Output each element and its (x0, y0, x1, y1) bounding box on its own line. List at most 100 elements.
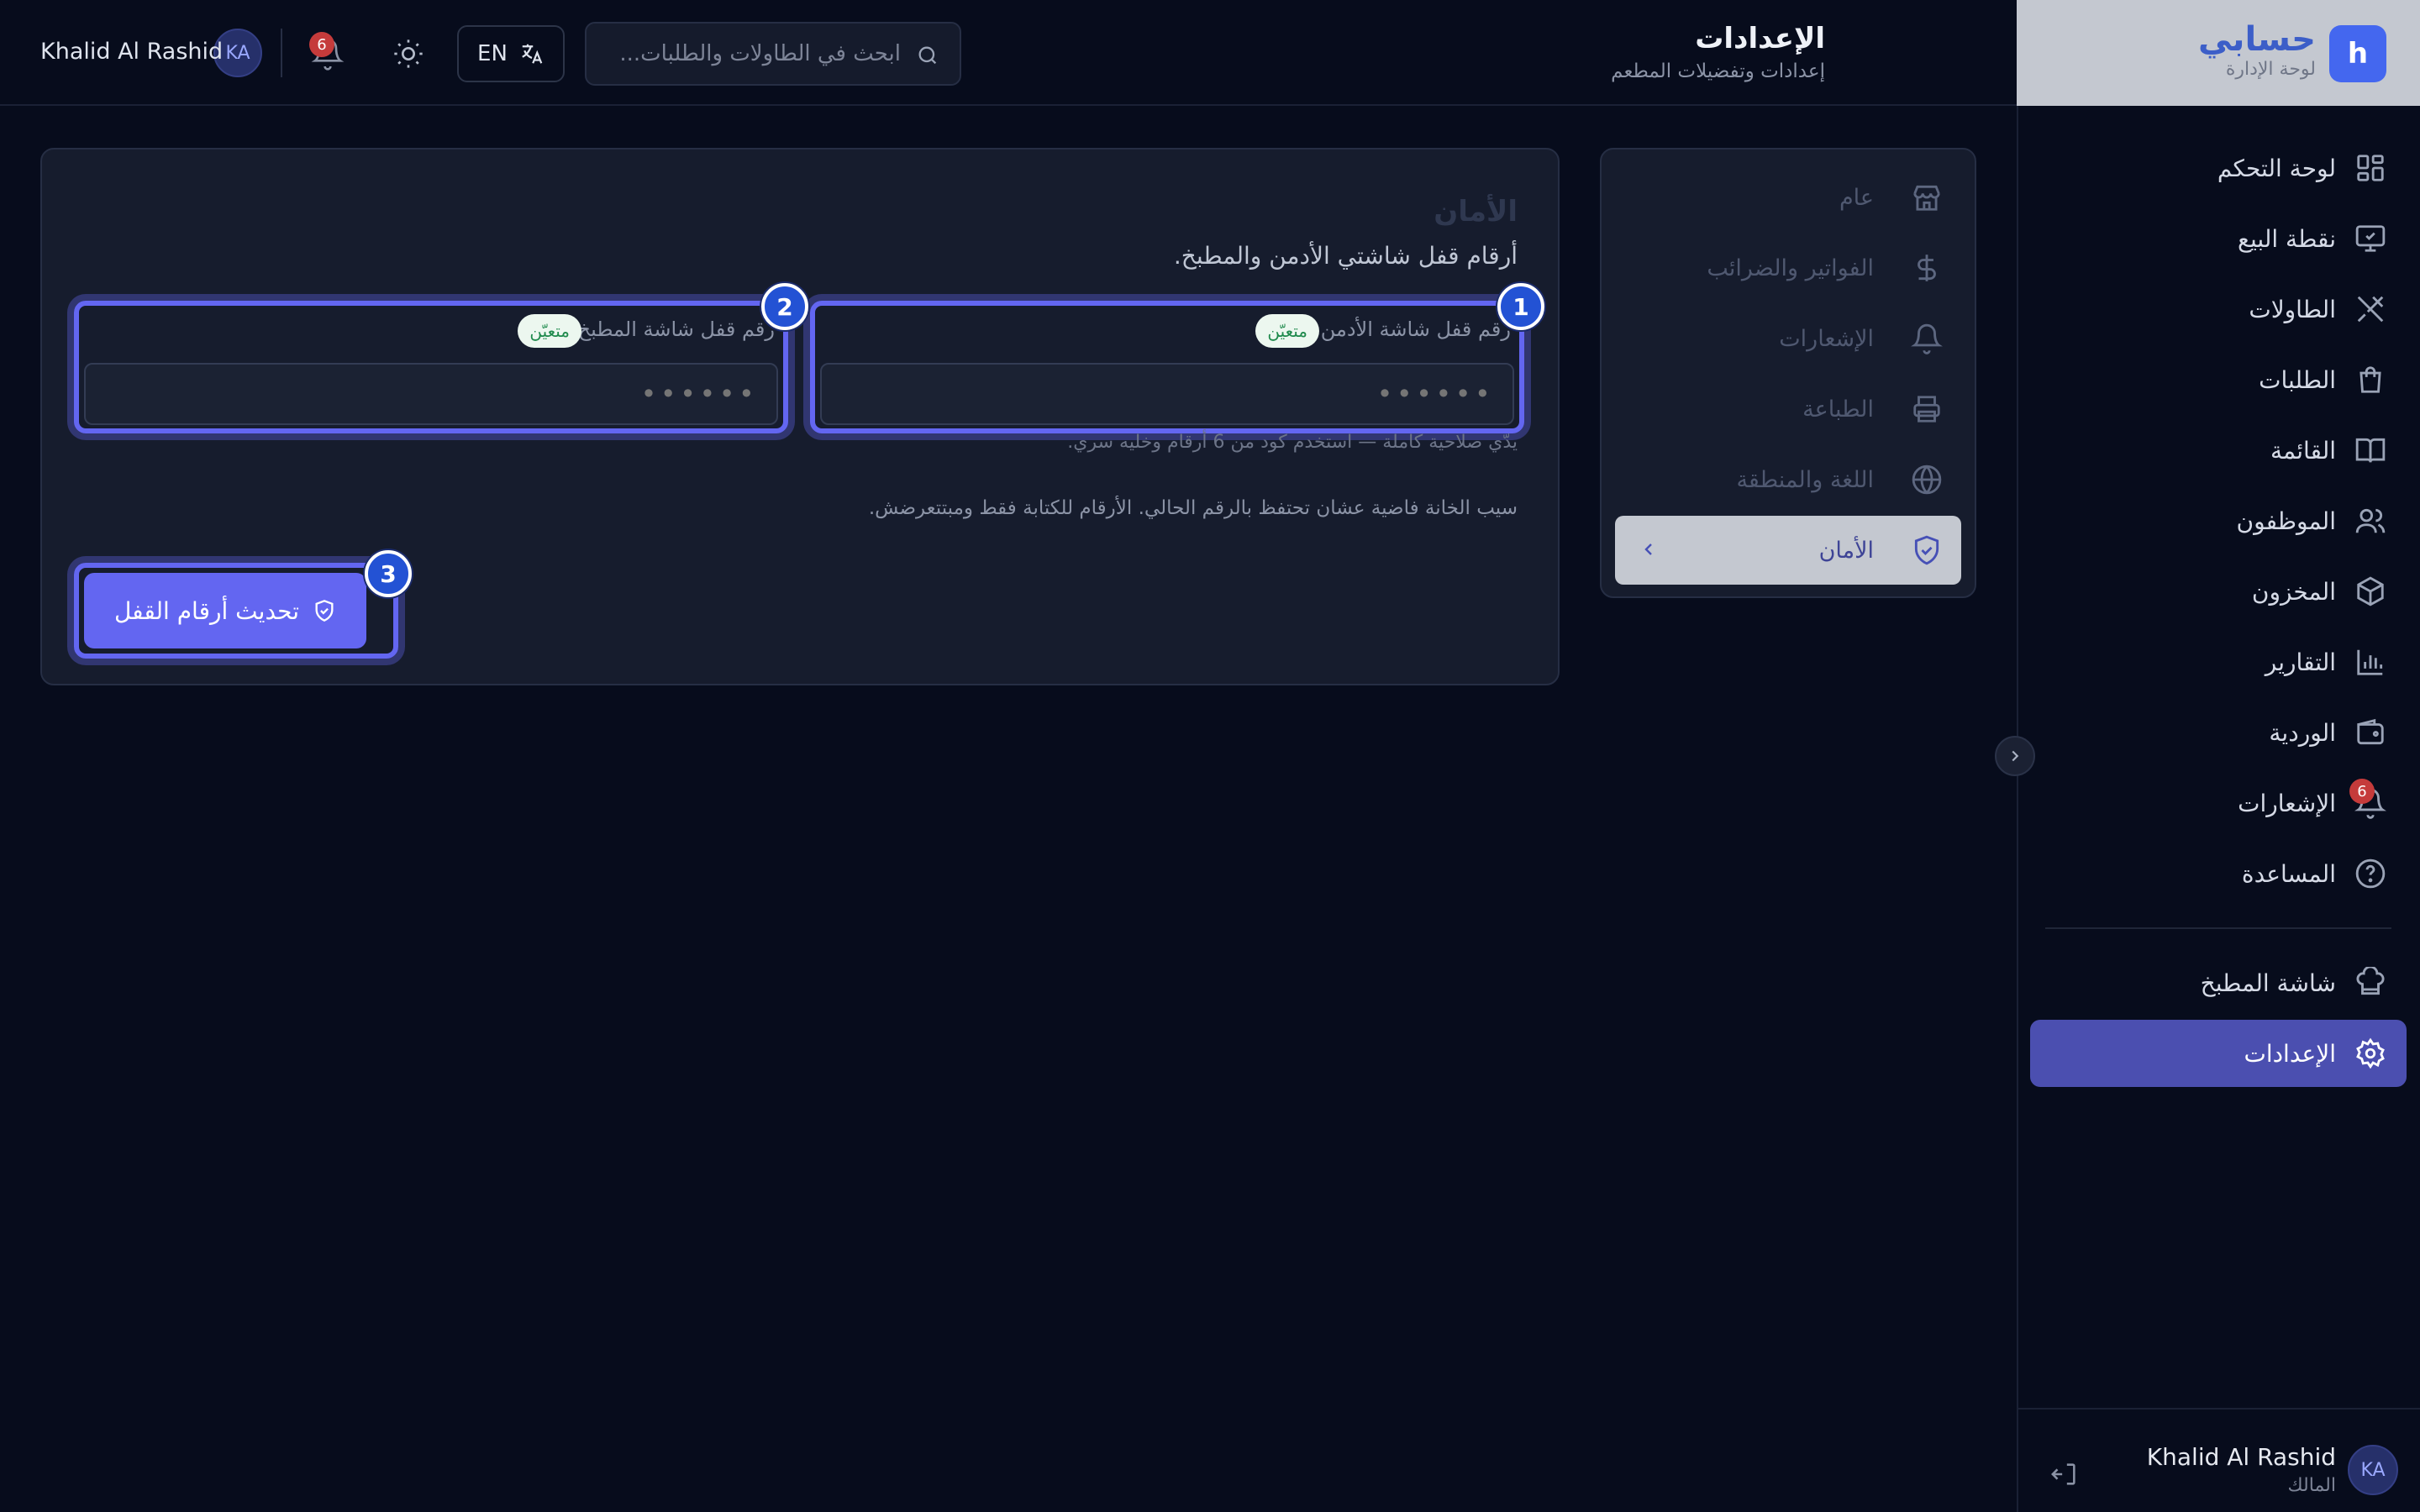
update-pins-label: تحديث أرقام القفل (113, 596, 300, 625)
security-panel: الأمان أرقام قفل شاشتي الأدمن والمطبخ. ر… (40, 148, 1560, 685)
sidebar-item-notifications[interactable]: 6 الإشعارات (2030, 769, 2407, 837)
sidebar-user-card: KA Khalid Al Rashid المالك (2017, 1408, 2420, 1512)
kitchen-pin-field: رقم قفل شاشة المطبخ متعيّن (74, 301, 788, 433)
brand-header[interactable]: h حسابي لوحة الإدارة (2017, 0, 2420, 106)
header-divider (281, 29, 282, 77)
settings-tab-printing[interactable]: الطباعة (1615, 375, 1961, 444)
sidebar-item-orders[interactable]: الطلبات (2030, 346, 2407, 413)
sidebar-item-shift[interactable]: الوردية (2030, 699, 2407, 766)
status-badge: متعيّن (518, 314, 581, 348)
search-box (585, 22, 961, 86)
settings-tab-label: اللغة والمنطقة (1736, 466, 1874, 493)
sidebar-item-label: الوردية (2269, 718, 2336, 747)
admin-pin-field: رقم قفل شاشة الأدمن متعيّن (810, 301, 1524, 433)
notification-count-badge: 6 (2349, 779, 2375, 804)
settings-tab-label: الطباعة (1802, 396, 1874, 423)
settings-tab-language-region[interactable]: اللغة والمنطقة (1615, 445, 1961, 514)
sidebar-item-tables[interactable]: الطاولات (2030, 276, 2407, 343)
sun-icon (394, 39, 423, 68)
settings-tab-security[interactable]: الأمان (1615, 516, 1961, 585)
sidebar-item-reports[interactable]: التقارير (2030, 628, 2407, 696)
settings-tab-general[interactable]: عام (1615, 163, 1961, 232)
settings-tab-label: الأمان (1818, 537, 1874, 564)
package-icon (2354, 575, 2386, 607)
utensils-icon (2354, 293, 2386, 325)
settings-tab-label: الإشعارات (1779, 325, 1874, 352)
dashboard-icon (2354, 152, 2386, 184)
top-header: الإعدادات إعدادات وتفضيلات المطعم EN 6 K… (0, 0, 2017, 106)
admin-pin-input[interactable] (820, 363, 1514, 425)
sidebar-item-label: المخزون (2251, 577, 2336, 606)
sidebar-item-label: الإشعارات (2238, 789, 2336, 817)
sidebar-item-help[interactable]: المساعدة (2030, 840, 2407, 907)
page-title: الإعدادات (1695, 22, 1825, 55)
bell-icon (1911, 323, 1943, 354)
gear-icon (2354, 1037, 2386, 1069)
pin-help-text: يدّي صلاحية كاملة — استخدم كود من 6 أرقا… (1067, 432, 1518, 453)
search-input[interactable] (587, 24, 960, 84)
chevron-left-icon (1639, 539, 1659, 559)
shield-check-icon (1911, 534, 1943, 566)
sidebar-item-dashboard[interactable]: لوحة التحكم (2030, 134, 2407, 202)
submit-highlight: تحديث أرقام القفل (74, 563, 398, 659)
sidebar-item-label: التقارير (2265, 648, 2336, 676)
sidebar-item-label: لوحة التحكم (2217, 154, 2336, 182)
section-subtitle: أرقام قفل شاشتي الأدمن والمطبخ. (1173, 242, 1518, 270)
pin-note-text: سيب الخانة فاضية عشان تحتفظ بالرقم الحال… (868, 497, 1518, 519)
settings-tab-billing-tax[interactable]: الفواتير والضرائب (1615, 234, 1961, 302)
admin-pin-label: رقم قفل شاشة الأدمن (1320, 318, 1511, 341)
sidebar-item-label: شاشة المطبخ (2200, 969, 2336, 997)
sidebar-divider (2045, 927, 2391, 929)
settings-tab-label: الفواتير والضرائب (1707, 255, 1874, 281)
settings-tab-label: عام (1839, 184, 1874, 211)
kitchen-pin-input[interactable] (84, 363, 778, 425)
sidebar: h حسابي لوحة الإدارة لوحة التحكم نقطة ال… (2017, 0, 2420, 1512)
sidebar-item-kitchen-screen[interactable]: شاشة المطبخ (2030, 949, 2407, 1016)
sidebar-item-inventory[interactable]: المخزون (2030, 558, 2407, 625)
section-title: الأمان (1434, 195, 1518, 228)
users-icon (2354, 505, 2386, 537)
step-marker-3: 3 (365, 550, 412, 597)
step-marker-2: 2 (761, 283, 808, 330)
printer-icon (1911, 393, 1943, 425)
user-name[interactable]: Khalid Al Rashid (40, 39, 223, 65)
chevron-right-icon (2012, 750, 2019, 762)
sidebar-item-label: القائمة (2270, 436, 2336, 465)
shopping-bag-icon (2354, 364, 2386, 396)
language-label: EN (477, 41, 508, 66)
update-pins-button[interactable]: تحديث أرقام القفل (84, 573, 366, 648)
settings-tab-notifications[interactable]: الإشعارات (1615, 304, 1961, 373)
step-marker-1: 1 (1497, 283, 1544, 330)
book-icon (2354, 434, 2386, 466)
brand-name: حسابي (2197, 20, 2316, 59)
sidebar-item-menu[interactable]: القائمة (2030, 417, 2407, 484)
shield-check-icon (313, 599, 336, 622)
chef-hat-icon (2354, 967, 2386, 999)
language-toggle-button[interactable]: EN (457, 25, 565, 82)
sidebar-item-label: الطلبات (2259, 365, 2336, 394)
brand-subtitle: لوحة الإدارة (2225, 59, 2316, 80)
settings-nav: عام الفواتير والضرائب الإشعارات الطباعة … (1600, 148, 1976, 598)
wallet-icon (2354, 717, 2386, 748)
sidebar-collapse-button[interactable] (1995, 736, 2035, 776)
bar-chart-icon (2354, 646, 2386, 678)
monitor-icon (2354, 223, 2386, 255)
sidebar-item-pos[interactable]: نقطة البيع (2030, 205, 2407, 272)
avatar[interactable]: KA (2348, 1445, 2398, 1495)
sidebar-item-staff[interactable]: الموظفون (2030, 487, 2407, 554)
user-name: Khalid Al Rashid (2146, 1443, 2336, 1471)
brand-logo: h (2329, 25, 2386, 82)
page-subtitle: إعدادات وتفضيلات المطعم (1611, 60, 1825, 82)
sidebar-item-label: نقطة البيع (2238, 224, 2336, 253)
globe-icon (1911, 464, 1943, 496)
theme-toggle-button[interactable] (392, 37, 425, 71)
help-circle-icon (2354, 858, 2386, 890)
sidebar-item-label: الطاولات (2249, 295, 2336, 323)
dollar-icon (1911, 252, 1943, 284)
bell-icon: 6 (2349, 779, 2386, 819)
logout-icon[interactable] (2050, 1460, 2079, 1488)
user-role: المالك (2287, 1475, 2336, 1496)
store-icon (1911, 181, 1943, 213)
sidebar-item-settings[interactable]: الإعدادات (2030, 1020, 2407, 1087)
translate-icon (519, 41, 544, 66)
